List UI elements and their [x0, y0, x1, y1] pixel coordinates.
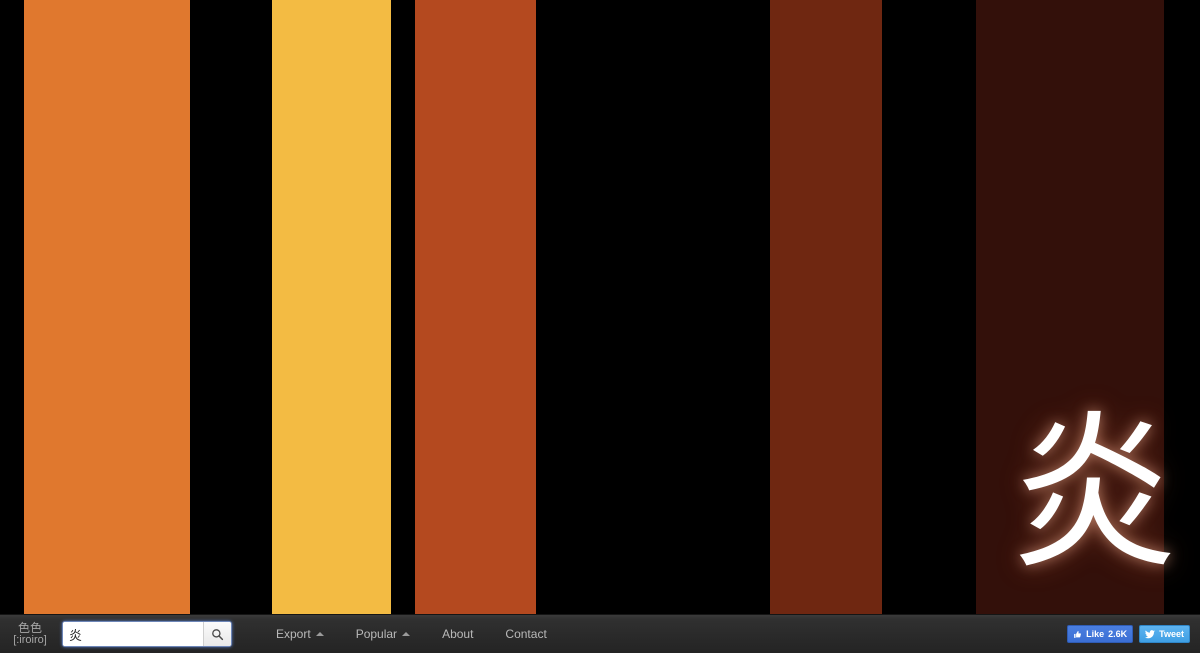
social-buttons: Like 2.6K Tweet — [1067, 625, 1190, 643]
thumbs-up-icon — [1073, 630, 1082, 639]
nav-item-popular[interactable]: Popular — [340, 627, 426, 641]
search-input[interactable] — [63, 622, 203, 646]
twitter-tweet-label: Tweet — [1159, 629, 1184, 639]
twitter-tweet-button[interactable]: Tweet — [1139, 625, 1190, 643]
color-stripe-4[interactable] — [770, 0, 882, 614]
nav-label-export: Export — [276, 627, 311, 641]
site-logo-cjk: 色色 — [17, 620, 42, 635]
nav-item-export[interactable]: Export — [260, 627, 340, 641]
twitter-bird-icon — [1145, 629, 1156, 639]
color-stripe-2[interactable] — [272, 0, 391, 614]
facebook-like-button[interactable]: Like 2.6K — [1067, 625, 1134, 643]
color-stripe-3[interactable] — [415, 0, 536, 614]
search-button[interactable] — [203, 622, 231, 646]
color-stripe-1[interactable] — [24, 0, 190, 614]
facebook-like-count: 2.6K — [1108, 629, 1128, 639]
nav-item-about[interactable]: About — [426, 627, 489, 641]
site-logo[interactable]: 色色 [:iroiro] — [4, 622, 56, 646]
chevron-up-icon — [402, 632, 411, 636]
nav-item-contact[interactable]: Contact — [489, 627, 562, 641]
facebook-like-label: Like — [1086, 629, 1105, 639]
search-group — [62, 621, 232, 647]
site-logo-roman: [:iroiro] — [13, 633, 47, 646]
search-icon — [211, 628, 224, 641]
chevron-up-icon — [315, 632, 324, 636]
nav-label-about: About — [442, 627, 474, 641]
color-palette-canvas: 炎 — [0, 0, 1200, 614]
footer-toolbar: 色色 [:iroiro] Export Popular About Contac — [0, 614, 1200, 653]
nav-label-popular: Popular — [355, 627, 398, 641]
nav-label-contact: Contact — [505, 627, 547, 641]
main-nav: Export Popular About Contact — [260, 627, 563, 641]
query-kanji-glyph: 炎 — [1010, 396, 1178, 592]
